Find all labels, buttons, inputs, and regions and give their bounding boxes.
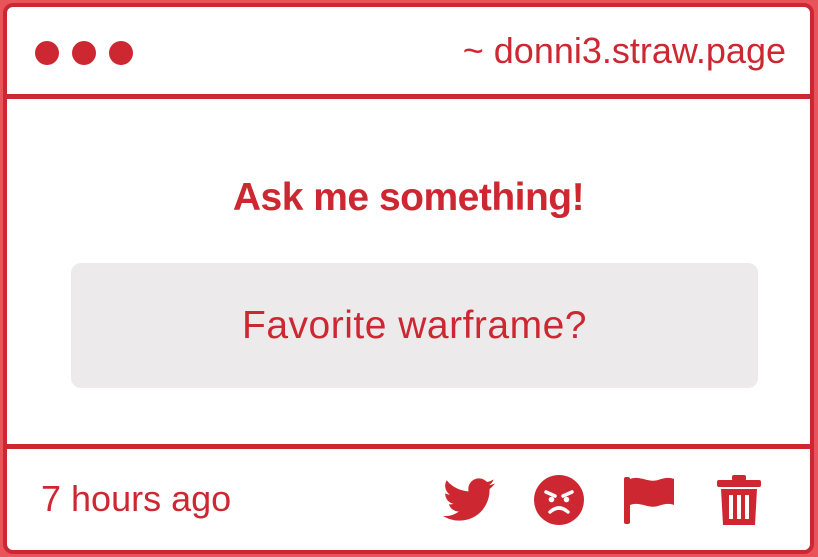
react-angry-button[interactable]	[532, 473, 586, 527]
maximize-dot[interactable]	[109, 41, 133, 65]
delete-button[interactable]	[712, 473, 766, 527]
site-url[interactable]: ~ donni3.straw.page	[463, 29, 786, 73]
minimize-dot[interactable]	[72, 41, 96, 65]
action-bar	[442, 473, 766, 527]
card-footer: 7 hours ago	[7, 444, 810, 550]
angry-face-icon	[534, 475, 584, 525]
ask-card: ~ donni3.straw.page Ask me something! Fa…	[3, 3, 814, 554]
timestamp: 7 hours ago	[41, 478, 232, 519]
close-dot[interactable]	[35, 41, 59, 65]
main-content: Ask me something! Favorite warframe?	[7, 104, 810, 449]
twitter-icon	[443, 478, 495, 521]
report-button[interactable]	[622, 473, 676, 527]
share-twitter-button[interactable]	[442, 473, 496, 527]
flag-icon	[624, 477, 674, 524]
title-bar: ~ donni3.straw.page	[7, 7, 810, 99]
page-heading: Ask me something!	[232, 176, 585, 219]
question-box: Favorite warframe?	[71, 263, 758, 388]
trash-icon	[717, 475, 761, 525]
window-controls	[35, 41, 133, 65]
